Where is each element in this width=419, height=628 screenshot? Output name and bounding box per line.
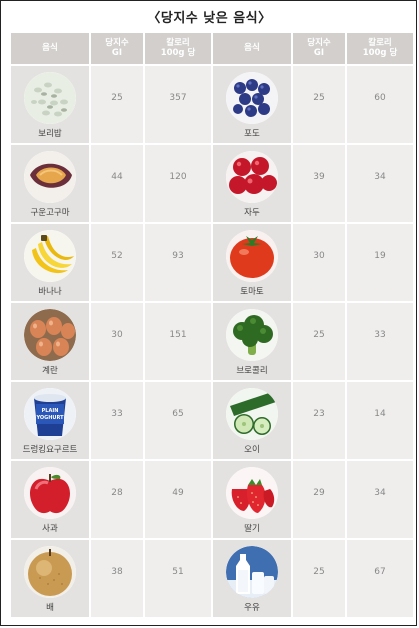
yogurt-label: PLAIN <box>42 408 59 414</box>
calorie-value: 51 <box>145 540 211 617</box>
food-table: 음식 당지수 GI 칼로리 100g 당 음식 당지수 GI 칼로리 100g … <box>11 33 413 617</box>
cucumber-icon <box>226 388 278 440</box>
calorie-value: 33 <box>347 303 413 380</box>
pear-icon <box>24 546 76 598</box>
gi-value: 44 <box>91 145 143 222</box>
food-name: 토마토 <box>240 287 264 297</box>
food-name: 드렁킹요구르트 <box>22 445 78 455</box>
food-cell-grape: 포도 <box>213 66 291 143</box>
gi-value: 29 <box>293 461 345 538</box>
egg-icon <box>24 309 76 361</box>
gi-value: 25 <box>293 66 345 143</box>
page-title: 〈당지수 낮은 음식〉 <box>147 11 272 26</box>
gi-value: 23 <box>293 382 345 459</box>
food-name: 배 <box>46 603 54 613</box>
plum-icon <box>226 151 278 203</box>
calorie-value: 357 <box>145 66 211 143</box>
food-name: 자두 <box>244 208 260 218</box>
sweet-potato-icon <box>24 151 76 203</box>
food-name: 계란 <box>42 366 58 376</box>
food-cell-plum: 자두 <box>213 145 291 222</box>
calorie-value: 34 <box>347 461 413 538</box>
calorie-value: 60 <box>347 66 413 143</box>
food-cell-broccoli: 브로콜리 <box>213 303 291 380</box>
food-cell-apple: 사과 <box>11 461 89 538</box>
food-cell-pear: 배 <box>11 540 89 617</box>
calorie-value: 49 <box>145 461 211 538</box>
food-name: 사과 <box>42 524 58 534</box>
gi-value: 38 <box>91 540 143 617</box>
header-cal-right: 칼로리 100g 당 <box>347 33 413 64</box>
food-cell-yogurt: PLAIN YOGHURT 드렁킹요구르트 <box>11 382 89 459</box>
food-cell-egg: 계란 <box>11 303 89 380</box>
banana-icon <box>24 230 76 282</box>
gi-value: 39 <box>293 145 345 222</box>
gi-value: 52 <box>91 224 143 301</box>
header-gi-right: 당지수 GI <box>293 33 345 64</box>
food-cell-strawberry: 딸기 <box>213 461 291 538</box>
calorie-value: 67 <box>347 540 413 617</box>
food-cell-cucumber: 오이 <box>213 382 291 459</box>
header-food-left: 음식 <box>11 33 89 64</box>
barley-rice-icon <box>24 72 76 124</box>
food-name: 딸기 <box>244 524 260 534</box>
food-name: 보리밥 <box>38 129 62 139</box>
food-cell-tomato: 토마토 <box>213 224 291 301</box>
food-name: 우유 <box>244 603 260 613</box>
yogurt-label: YOGHURT <box>35 415 64 421</box>
calorie-value: 65 <box>145 382 211 459</box>
calorie-value: 120 <box>145 145 211 222</box>
header-cal-left: 칼로리 100g 당 <box>145 33 211 64</box>
gi-value: 30 <box>91 303 143 380</box>
food-name: 브로콜리 <box>236 366 268 376</box>
tomato-icon <box>226 230 278 282</box>
calorie-value: 151 <box>145 303 211 380</box>
gi-value: 25 <box>293 303 345 380</box>
gi-value: 25 <box>91 66 143 143</box>
milk-icon <box>226 546 278 598</box>
strawberry-icon <box>226 467 278 519</box>
food-name: 오이 <box>244 445 260 455</box>
calorie-value: 14 <box>347 382 413 459</box>
food-cell-sweet-potato: 구운고구마 <box>11 145 89 222</box>
header-food-right: 음식 <box>213 33 291 64</box>
food-cell-milk: 우유 <box>213 540 291 617</box>
gi-value: 25 <box>293 540 345 617</box>
gi-value: 28 <box>91 461 143 538</box>
gi-value: 30 <box>293 224 345 301</box>
table-frame: 〈당지수 낮은 음식〉 음식 당지수 GI 칼로리 100g 당 음식 당지수 … <box>0 0 417 626</box>
header-gi-left: 당지수 GI <box>91 33 143 64</box>
food-name: 구운고구마 <box>30 208 70 218</box>
yogurt-icon: PLAIN YOGHURT <box>24 388 76 440</box>
food-cell-banana: 바나나 <box>11 224 89 301</box>
calorie-value: 19 <box>347 224 413 301</box>
calorie-value: 93 <box>145 224 211 301</box>
food-cell-barley-rice: 보리밥 <box>11 66 89 143</box>
grape-icon <box>226 72 278 124</box>
food-name: 포도 <box>244 129 260 139</box>
calorie-value: 34 <box>347 145 413 222</box>
gi-value: 33 <box>91 382 143 459</box>
broccoli-icon <box>226 309 278 361</box>
apple-icon <box>24 467 76 519</box>
food-name: 바나나 <box>38 287 62 297</box>
